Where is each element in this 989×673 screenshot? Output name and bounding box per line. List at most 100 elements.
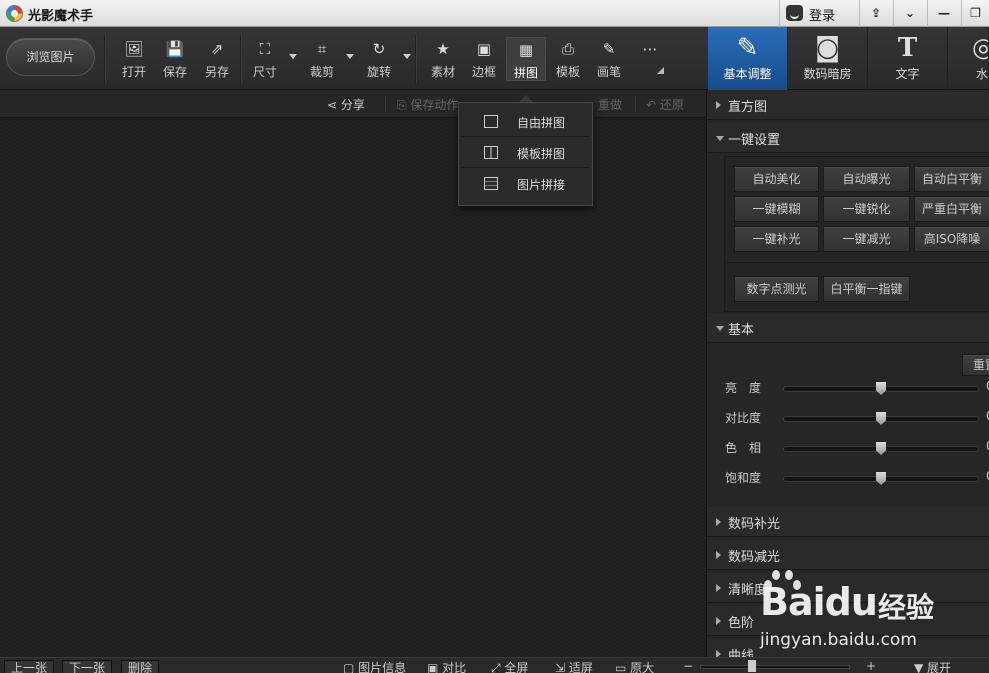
zoom-out-icon[interactable]: − (683, 659, 693, 673)
brush-button[interactable]: ✎ 画笔 (589, 37, 629, 81)
save-label: 保存 (162, 65, 187, 79)
tab-text[interactable]: T 文字 (868, 27, 948, 90)
resize-icon: ⛶ (259, 40, 271, 58)
fullscreen-label: 全屏 (504, 661, 529, 673)
menu-item-free-collage[interactable]: 自由拼图 (462, 106, 589, 137)
maximize-button[interactable]: ❐ (961, 0, 989, 27)
open-button[interactable]: 🖼 打开 (114, 37, 154, 81)
section-digital-reduce-light[interactable]: 数码减光 (707, 540, 989, 570)
image-canvas[interactable] (0, 119, 706, 657)
fit-screen-button[interactable]: ⇲ 适屏 (555, 659, 593, 673)
skin-button[interactable]: ⇪ (859, 0, 892, 27)
redo-button[interactable]: 重做 (598, 96, 622, 113)
reset-button[interactable]: 重置 (962, 354, 989, 376)
compare-icon: ▣ (427, 661, 443, 673)
material-button[interactable]: ★ 素材 (423, 37, 463, 81)
app-title: 光影魔术手 (28, 9, 94, 24)
one-click-blur-button[interactable]: 一键模糊 (734, 196, 819, 222)
tab-digital-darkroom[interactable]: ◙ 数码暗房 (788, 27, 868, 90)
text-icon: T (897, 33, 918, 63)
fullscreen-button[interactable]: ⤢ 全屏 (491, 659, 528, 673)
one-click-fill-light-button[interactable]: 一键补光 (734, 226, 819, 252)
tab-basic-adjust[interactable]: ✎ 基本调整 (708, 27, 788, 90)
one-click-sharpen-button[interactable]: 一键锐化 (823, 196, 910, 222)
slider-thumb[interactable] (876, 472, 886, 485)
share-button[interactable]: ⋖ 分享 (327, 96, 365, 113)
compare-label: 对比 (442, 661, 467, 673)
subbar-divider (385, 96, 386, 112)
expand-label: 展开 (927, 661, 952, 673)
auto-exposure-button[interactable]: 自动曝光 (823, 166, 910, 192)
menu-item-image-stitch[interactable]: 图片拼接 (462, 168, 589, 199)
app-logo-icon (6, 5, 23, 22)
menu-item-template-collage[interactable]: 模板拼图 (462, 137, 589, 168)
section-digital-fill-light[interactable]: 数码补光 (707, 507, 989, 537)
fullscreen-icon: ⤢ (491, 661, 505, 673)
zoom-slider[interactable] (700, 665, 850, 669)
crop-dropdown-caret-icon[interactable] (346, 54, 354, 59)
section-histogram[interactable]: 直方图 (707, 90, 989, 120)
slider-thumb[interactable] (876, 382, 886, 395)
tab-watermark[interactable]: ◎ 水印 (948, 27, 989, 90)
section-one-click[interactable]: 一键设置 (707, 123, 989, 153)
more-tools-button[interactable]: ⋯ (630, 37, 670, 81)
high-iso-denoise-button[interactable]: 高ISO降噪 (914, 226, 989, 252)
watermark-cn: 经验 (878, 591, 935, 624)
section-label: 直方图 (728, 100, 768, 115)
auto-white-balance-button[interactable]: 自动白平衡 (914, 166, 989, 192)
expand-button[interactable]: ▼ 展开 (914, 659, 951, 673)
menu-item-label: 图片拼接 (517, 178, 566, 192)
zoom-thumb[interactable] (748, 660, 756, 672)
template-button[interactable]: ⎙ 模板 (548, 37, 588, 81)
camera-icon: ◙ (814, 33, 841, 63)
zoom-in-icon[interactable]: + (866, 659, 876, 673)
section-label: 数码补光 (728, 517, 781, 532)
image-info-button[interactable]: ▢ 图片信息 (343, 659, 406, 673)
info-icon: ▢ (343, 661, 359, 673)
rotate-dropdown-caret-icon[interactable] (403, 54, 411, 59)
ellipsis-icon: ⋯ (642, 40, 658, 58)
prev-image-button[interactable]: 上一张 (4, 660, 55, 673)
slider-track[interactable] (783, 412, 979, 425)
section-basic[interactable]: 基本 (707, 313, 989, 343)
save-action-button[interactable]: ⎘ 保存动作 (397, 96, 458, 113)
save-action-label: 保存动作 (410, 98, 459, 112)
border-button[interactable]: ▣ 边框 (464, 37, 504, 81)
tab-digital-darkroom-label: 数码暗房 (803, 67, 852, 81)
slider-label: 亮 度 (725, 381, 762, 395)
white-balance-picker-button[interactable]: 白平衡一指键 (823, 276, 910, 302)
menu-item-label: 模板拼图 (517, 147, 566, 161)
crop-label: 裁剪 (309, 65, 334, 79)
crop-icon: ⌗ (317, 40, 327, 58)
slider-track[interactable] (783, 442, 979, 455)
slider-track[interactable] (783, 382, 979, 395)
expand-corner-icon[interactable] (657, 67, 664, 74)
one-click-reduce-light-button[interactable]: 一键减光 (823, 226, 910, 252)
menu-dropdown-button[interactable]: ⌄ (893, 0, 926, 27)
spot-metering-button[interactable]: 数字点测光 (734, 276, 819, 302)
delete-button[interactable]: 删除 (121, 660, 160, 673)
size-button[interactable]: ⛶ 尺寸 (245, 37, 285, 81)
size-dropdown-caret-icon[interactable] (289, 54, 297, 59)
slider-track[interactable] (783, 472, 979, 485)
toolbar-divider (104, 35, 105, 83)
slider-thumb[interactable] (876, 412, 886, 425)
restore-button[interactable]: ↶ 还原 (646, 96, 684, 113)
next-image-button[interactable]: 下一张 (62, 660, 113, 673)
minimize-button[interactable]: — (927, 0, 960, 27)
login-button[interactable]: 登录 (779, 0, 859, 27)
slider-label: 饱和度 (725, 471, 762, 485)
slider-thumb[interactable] (876, 442, 886, 455)
rotate-button[interactable]: ↻ 旋转 (359, 37, 399, 81)
compare-button[interactable]: ▣ 对比 (427, 659, 466, 673)
original-size-button[interactable]: ▭ 原大 (615, 659, 654, 673)
save-as-button[interactable]: ⇗ 另存 (197, 37, 237, 81)
severe-white-balance-button[interactable]: 严重白平衡 (914, 196, 989, 222)
save-button[interactable]: 💾 保存 (155, 37, 195, 81)
crop-button[interactable]: ⌗ 裁剪 (302, 37, 342, 81)
browse-images-button[interactable]: 浏览图片 (6, 38, 95, 76)
auto-beautify-button[interactable]: 自动美化 (734, 166, 819, 192)
collage-button[interactable]: ▦ 拼图 (506, 37, 546, 81)
group-divider (724, 262, 989, 263)
menu-item-label: 自由拼图 (517, 116, 566, 130)
